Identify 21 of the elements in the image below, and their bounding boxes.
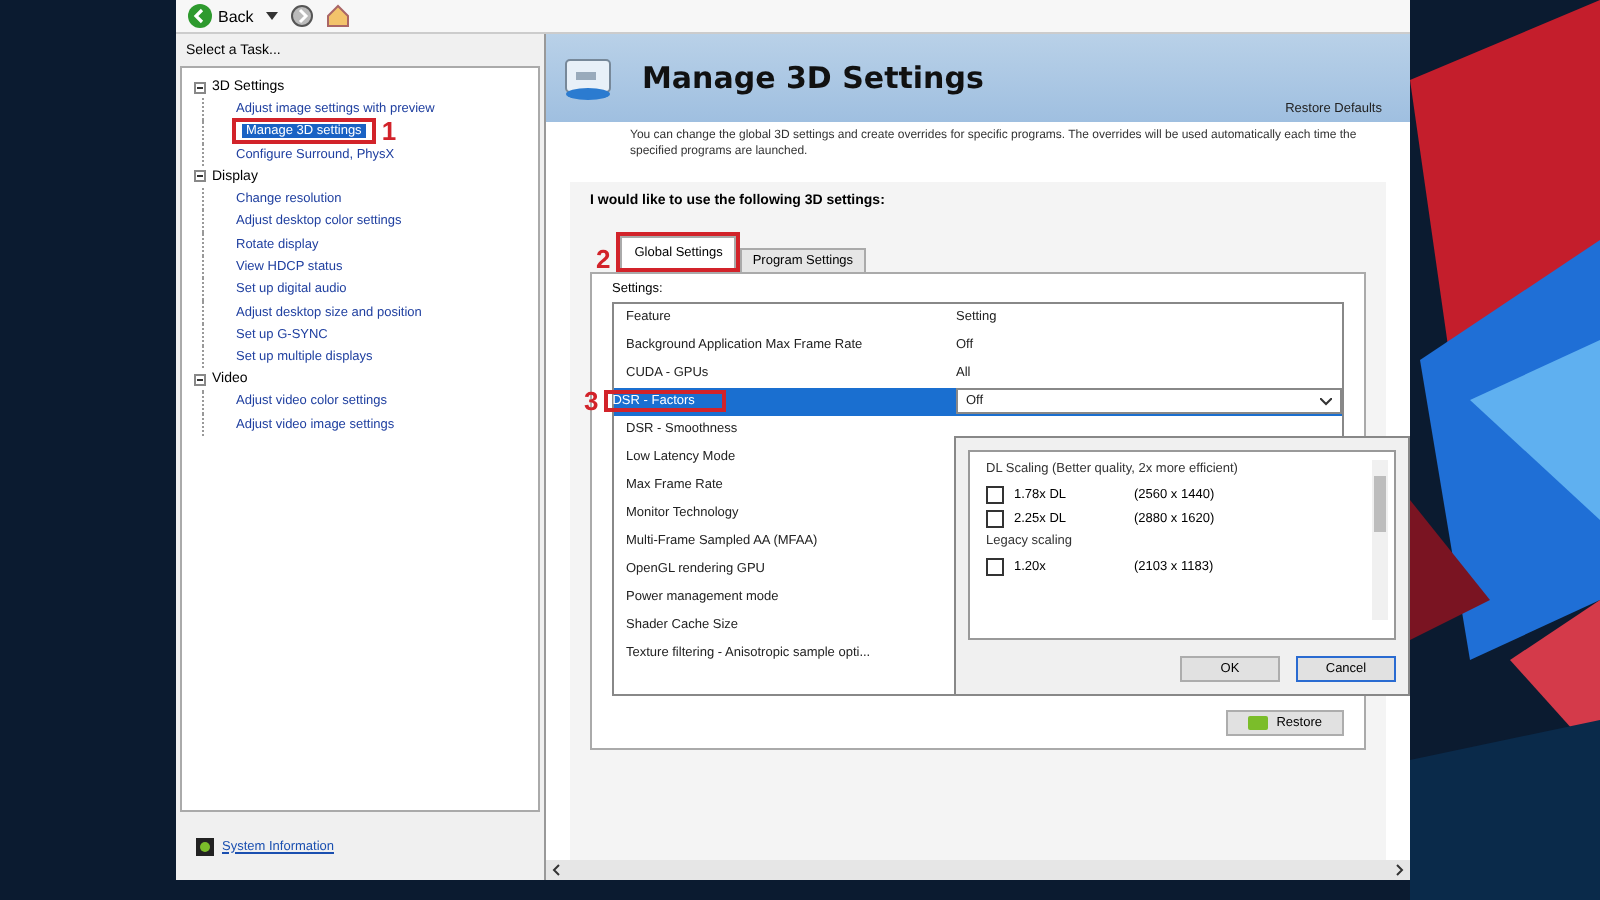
collapse-icon[interactable] (194, 170, 206, 183)
forward-icon[interactable] (289, 4, 314, 28)
scroll-right-icon[interactable] (1396, 864, 1404, 876)
back-button[interactable]: Back (188, 4, 254, 28)
step-number: 2 (596, 245, 611, 272)
collapse-icon[interactable] (194, 373, 206, 386)
step-number: 1 (381, 118, 397, 145)
page-title: Manage 3D Settings (642, 60, 984, 96)
checkbox[interactable] (986, 485, 1004, 503)
vertical-scrollbar[interactable] (1372, 460, 1388, 620)
step-number: 3 (584, 388, 599, 415)
checkbox[interactable] (986, 509, 1004, 527)
caret-icon (1320, 397, 1332, 406)
restore-icon (1248, 715, 1269, 730)
home-icon[interactable] (325, 4, 350, 28)
scroll-left-icon[interactable] (552, 864, 560, 876)
collapse-icon[interactable] (194, 81, 206, 93)
info-icon (196, 837, 214, 855)
horizontal-scrollbar[interactable] (546, 860, 1410, 880)
caret-icon[interactable] (265, 12, 278, 20)
checkbox[interactable] (986, 557, 1004, 575)
